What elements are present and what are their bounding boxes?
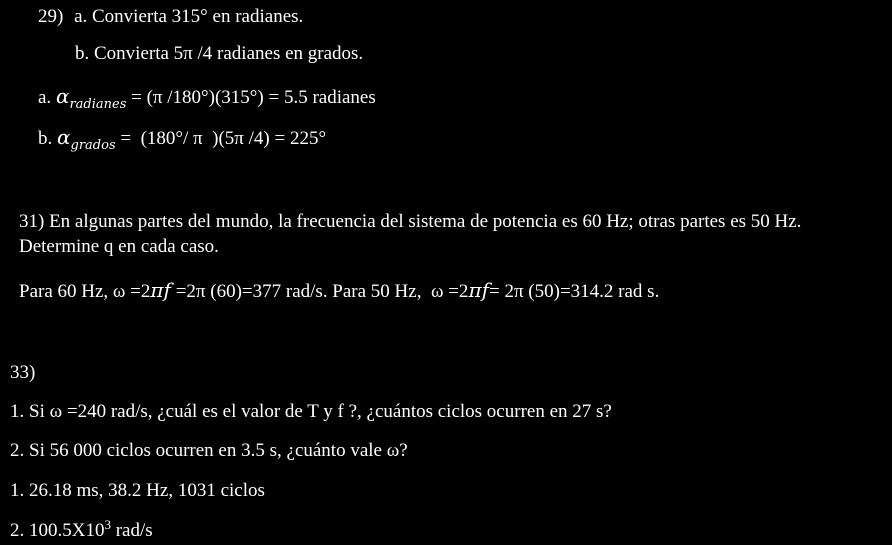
pi-f-term: πf [150,278,171,302]
problem-33-answer-2: 2. 100.5X103 rad/s [10,518,153,541]
answer-2-base: 2. 100.5X10 [10,520,105,541]
answer-2-exponent: 3 [104,517,111,532]
alpha-subscript-radianes: radianes [69,97,127,112]
answer-part-3: = 2π (50)=314.2 rad s. [488,281,660,302]
alpha-symbol: α [55,84,70,108]
problem-31-answer: Para 60 Hz, ω =2πf =2π (60)=377 rad/s. P… [19,280,659,301]
problem-29-part-a-question: a. Convierta 315° en radianes. [74,6,304,27]
answer-part-2: =2π (60)=377 rad/s. Para 50 Hz, ω =2 [170,281,469,302]
answer-b-prefix: b. [38,128,53,149]
problem-31-statement-line1: 31) En algunas partes del mundo, la frec… [19,211,802,232]
problem-29-answer-a: a. αradianes = (π /180°)(315°) = 5.5 rad… [38,84,376,111]
answer-a-expression: = (π /180°)(315°) = 5.5 radianes [126,87,376,108]
problem-33-question-1: 1. Si ω =240 rad/s, ¿cuál es el valor de… [10,401,612,422]
alpha-subscript-grados: grados [70,138,116,153]
answer-part-1: Para 60 Hz, ω =2 [19,281,151,302]
problem-29-answer-b: b. αgrados = (180°/ π )(5π /4) = 225° [38,125,327,152]
problem-29-part-b-question: b. Convierta 5π /4 radianes en grados. [75,43,364,64]
answer-a-prefix: a. [38,87,52,108]
answer-b-expression: = (180°/ π )(5π /4) = 225° [115,128,327,149]
pi-f-term: πf [468,278,489,302]
problem-29-number: 29) [38,6,64,27]
problem-33-answer-1: 1. 26.18 ms, 38.2 Hz, 1031 ciclos [10,480,265,501]
problem-33-question-2: 2. Si 56 000 ciclos ocurren en 3.5 s, ¿c… [10,440,408,461]
problem-33-number: 33) [10,362,36,383]
problem-29-header: 29) a. Convierta 315° en radianes. [38,7,303,26]
answer-2-unit: rad/s [110,520,153,541]
alpha-symbol: α [57,125,71,149]
problem-31-statement-line2: Determine q en cada caso. [19,236,219,257]
